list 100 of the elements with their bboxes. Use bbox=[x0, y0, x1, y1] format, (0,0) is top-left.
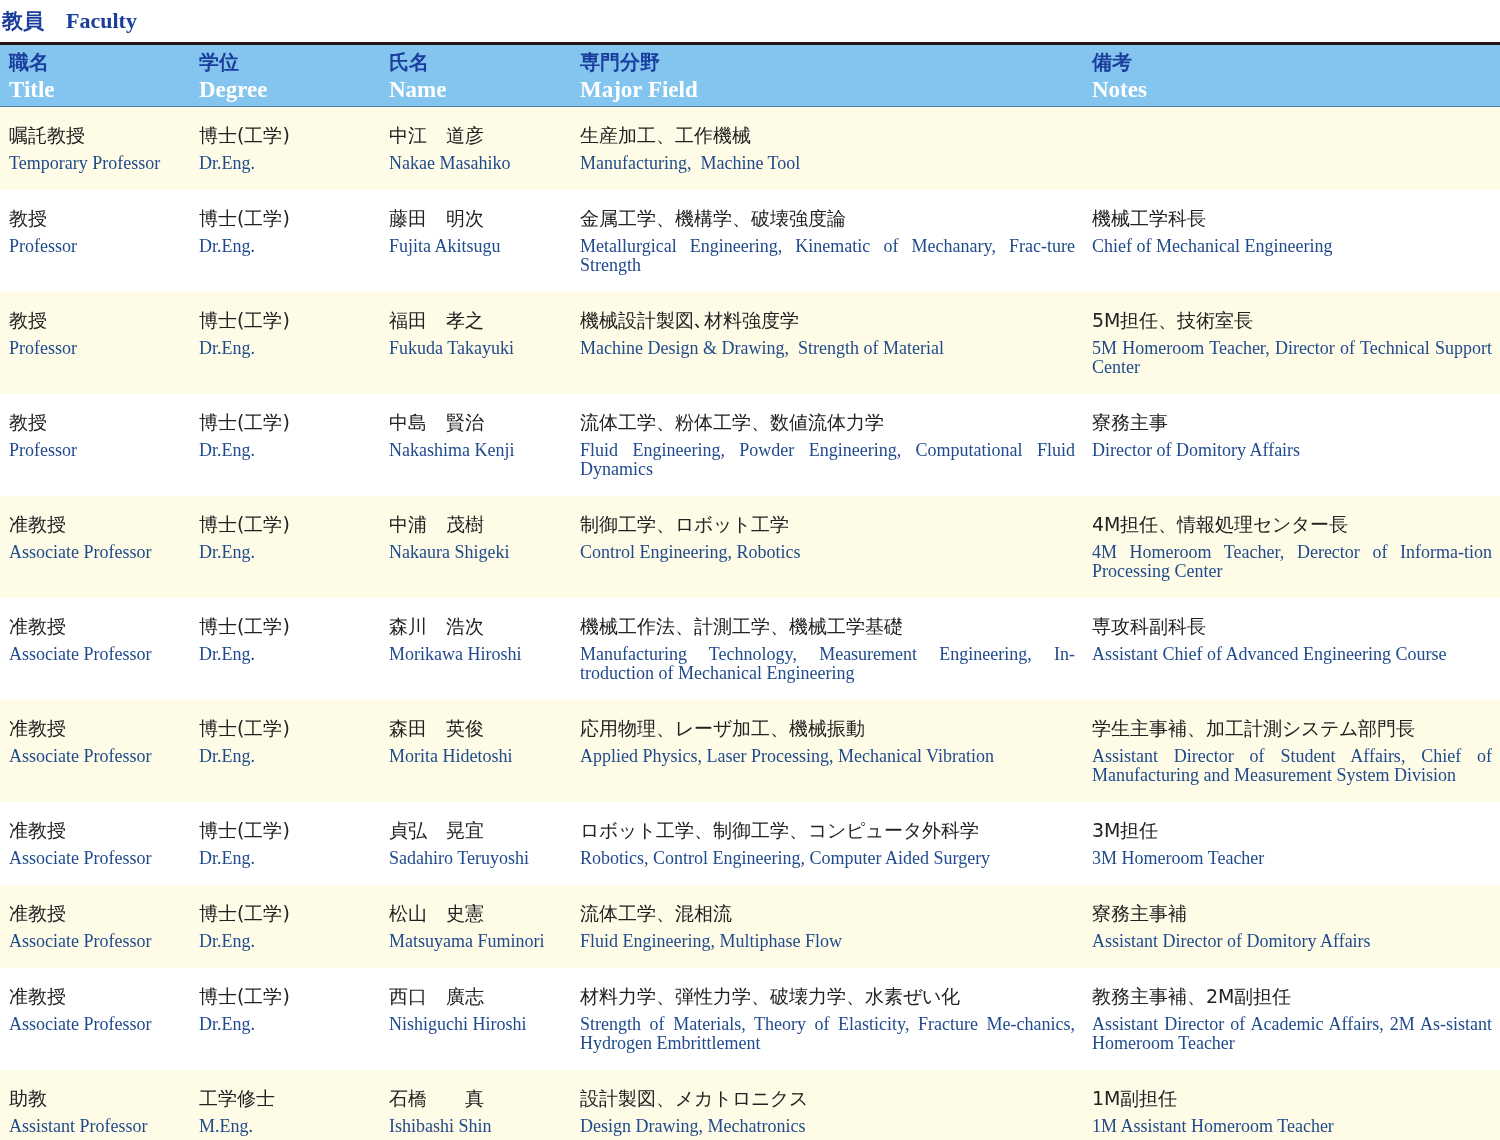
table-cell-english: Associate Professor bbox=[9, 747, 153, 766]
table-cell-text: 3M担任 bbox=[1092, 818, 1160, 843]
table-cell-english: Dr.Eng. bbox=[199, 1015, 256, 1034]
table-cell-text: 教務主事補、2M副担任 bbox=[1092, 984, 1293, 1009]
table-cell-english: Assistant Director of Student Affairs, Chief of Manufacturing and Measurement System Division bbox=[1092, 747, 1492, 785]
table-cell-english: Machine Design & Drawing, Strength of Material bbox=[580, 339, 945, 358]
table-cell-text: 博士(工学) bbox=[199, 984, 291, 1009]
table-cell-english: Dr.Eng. bbox=[199, 747, 256, 766]
table-cell-text: 応用物理、レーザ加工、機械振動 bbox=[580, 716, 866, 741]
table-cell-english: Director of Domitory Affairs bbox=[1092, 441, 1302, 460]
table-cell-text: 博士(工学) bbox=[199, 206, 291, 231]
column-header: 氏名 Name bbox=[380, 43, 571, 107]
table-cell-text: 石橋 真 bbox=[389, 1086, 485, 1111]
table-cell-english: Control Engineering, Robotics bbox=[580, 543, 802, 562]
table-cell-english: Assistant Professor bbox=[9, 1117, 149, 1136]
table-cell-english: 5M Homeroom Teacher, Director of Technical Support Center bbox=[1092, 339, 1492, 377]
table-cell-text: ロボット工学、制御工学、コンピュータ外科学 bbox=[580, 818, 980, 843]
table-cell-english: Professor bbox=[9, 441, 78, 460]
table-cell-text: 森川 浩次 bbox=[389, 614, 485, 639]
table-cell-english: Nakaura Shigeki bbox=[389, 543, 511, 562]
table-cell-text: 寮務主事補 bbox=[1092, 901, 1188, 926]
table-cell-english: Chief of Mechanical Engineering bbox=[1092, 237, 1334, 256]
table-cell-text: 教授 bbox=[9, 308, 48, 333]
table-cell-english: Strength of Materials, Theory of Elasticity, Fracture Me-chanics, Hydrogen Embrittlement bbox=[580, 1015, 1075, 1053]
table-cell-english: Associate Professor bbox=[9, 932, 153, 951]
table-cell-text: 准教授 bbox=[9, 716, 67, 741]
table-cell-english: M.Eng. bbox=[199, 1117, 254, 1136]
table-cell-text: 嘱託教授 bbox=[9, 123, 86, 148]
table-cell-text: 専攻科副科長 bbox=[1092, 614, 1207, 639]
table-cell-text: 博士(工学) bbox=[199, 512, 291, 537]
table-cell-english: Assistant Chief of Advanced Engineering Course bbox=[1092, 645, 1448, 664]
page-title: 教員 bbox=[2, 8, 44, 35]
table-cell-text: 4M担任、情報処理センター長 bbox=[1092, 512, 1350, 537]
table-cell-english: Fluid Engineering, Powder Engineering, Computational Fluid Dynamics bbox=[580, 441, 1075, 479]
table-cell-text: 博士(工学) bbox=[199, 614, 291, 639]
table-cell-english: Dr.Eng. bbox=[199, 339, 256, 358]
table-cell-english: Nakae Masahiko bbox=[389, 154, 512, 173]
table-cell-text: 准教授 bbox=[9, 818, 67, 843]
column-header: 備考 Notes bbox=[1083, 43, 1500, 107]
table-cell-text: 森田 英俊 bbox=[389, 716, 485, 741]
table-cell-text: 設計製図、メカトロニクス bbox=[580, 1086, 809, 1111]
table-cell-english: 4M Homeroom Teacher, Derector of Informa-tion Processing Center bbox=[1092, 543, 1492, 581]
table-cell-english: Manufacturing, Machine Tool bbox=[580, 154, 802, 173]
table-cell-english: Associate Professor bbox=[9, 849, 153, 868]
table-cell-english: Nakashima Kenji bbox=[389, 441, 516, 460]
table-cell-text: 博士(工学) bbox=[199, 716, 291, 741]
table-cell-text: 流体工学、粉体工学、数値流体力学 bbox=[580, 410, 885, 435]
table-cell-english: Morikawa Hiroshi bbox=[389, 645, 523, 664]
table-cell-english: Fujita Akitsugu bbox=[389, 237, 502, 256]
table-cell-text: 教授 bbox=[9, 206, 48, 231]
table-cell-text: 博士(工学) bbox=[199, 123, 291, 148]
table-cell-text: 材料力学、弾性力学、破壊力学、水素ぜい化 bbox=[580, 984, 961, 1009]
table-cell-english: Dr.Eng. bbox=[199, 849, 256, 868]
table-cell-text: 博士(工学) bbox=[199, 818, 291, 843]
table-cell-text: 准教授 bbox=[9, 614, 67, 639]
table-cell-english: Dr.Eng. bbox=[199, 645, 256, 664]
table-cell-english: Associate Professor bbox=[9, 645, 153, 664]
table-cell-text: 生産加工、工作機械 bbox=[580, 123, 752, 148]
table-cell-text: 機械設計製図､材料強度学 bbox=[580, 308, 800, 333]
table-cell-english: Design Drawing, Mechatronics bbox=[580, 1117, 807, 1136]
table-cell-text: 流体工学、混相流 bbox=[580, 901, 733, 926]
table-cell-english: Morita Hidetoshi bbox=[389, 747, 514, 766]
table-cell-text: 藤田 明次 bbox=[389, 206, 485, 231]
table-cell-text: 准教授 bbox=[9, 901, 67, 926]
table-cell-text: 西口 廣志 bbox=[389, 984, 485, 1009]
table-cell-text: 学生主事補、加工計測システム部門長 bbox=[1092, 716, 1416, 741]
table-cell-text: 中江 道彦 bbox=[389, 123, 485, 148]
table-cell-text: 博士(工学) bbox=[199, 901, 291, 926]
table-cell-english: Dr.Eng. bbox=[199, 154, 256, 173]
table-cell-english: Fukuda Takayuki bbox=[389, 339, 515, 358]
column-header: 職名 Title bbox=[0, 43, 190, 107]
table-cell-english: Fluid Engineering, Multiphase Flow bbox=[580, 932, 843, 951]
table-cell-english: Professor bbox=[9, 237, 78, 256]
table-cell-text: 5M担任、技術室長 bbox=[1092, 308, 1255, 333]
table-cell-english: Professor bbox=[9, 339, 78, 358]
table-cell-text: 中浦 茂樹 bbox=[389, 512, 485, 537]
table-cell-text: 助教 bbox=[9, 1086, 48, 1111]
table-cell-text: 准教授 bbox=[9, 984, 67, 1009]
table-cell-text: 福田 孝之 bbox=[389, 308, 485, 333]
table-cell-english: Ishibashi Shin bbox=[389, 1117, 493, 1136]
page-title-english: Faculty bbox=[66, 8, 137, 34]
table-cell-english: Temporary Professor bbox=[9, 154, 162, 173]
table-cell-text: 中島 賢治 bbox=[389, 410, 485, 435]
table-cell-english: Applied Physics, Laser Processing, Mechanical Vibration bbox=[580, 747, 995, 766]
table-cell-english: Dr.Eng. bbox=[199, 543, 256, 562]
table-cell-english: 1M Assistant Homeroom Teacher bbox=[1092, 1117, 1335, 1136]
table-cell-english: Nishiguchi Hiroshi bbox=[389, 1015, 528, 1034]
table-cell-text: 博士(工学) bbox=[199, 308, 291, 333]
table-cell-english: 3M Homeroom Teacher bbox=[1092, 849, 1266, 868]
table-cell-english: Assistant Director of Academic Affairs, 2M As-sistant Homeroom Teacher bbox=[1092, 1015, 1492, 1053]
table-cell-text: 工学修士 bbox=[199, 1086, 276, 1111]
table-cell-english: Robotics, Control Engineering, Computer Aided Surgery bbox=[580, 849, 992, 868]
column-header: 学位 Degree bbox=[190, 43, 380, 107]
table-cell-english: Manufacturing Technology, Measurement Engineering, In-troduction of Mechanical Engineering bbox=[580, 645, 1075, 683]
table-cell-english: Assistant Director of Domitory Affairs bbox=[1092, 932, 1372, 951]
table-cell-english: Associate Professor bbox=[9, 543, 153, 562]
table-cell-text: 金属工学、機構学、破壊強度論 bbox=[580, 206, 847, 231]
table-cell-text: 制御工学、ロボット工学 bbox=[580, 512, 790, 537]
table-cell-text: 1M副担任 bbox=[1092, 1086, 1179, 1111]
table-cell-english: Metallurgical Engineering, Kinematic of Mechanary, Frac-ture Strength bbox=[580, 237, 1075, 275]
